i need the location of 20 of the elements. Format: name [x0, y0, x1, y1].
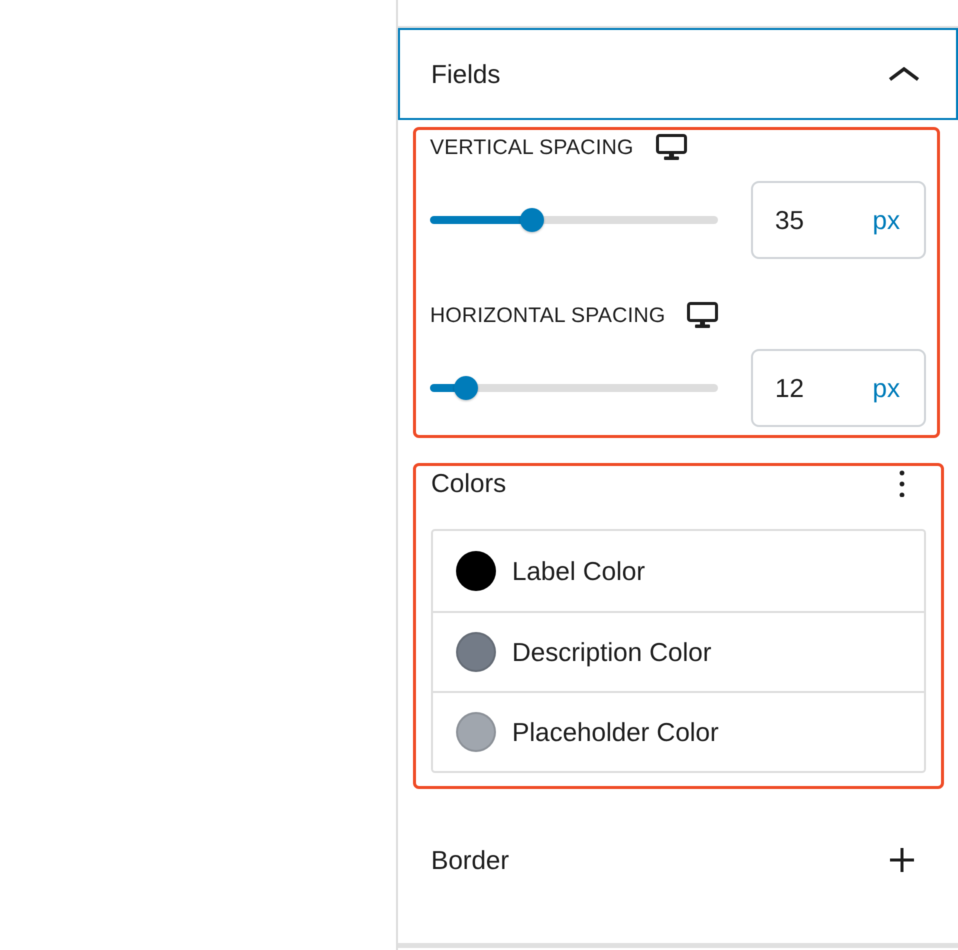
slider[interactable]: [430, 208, 718, 232]
desktop-icon: [687, 302, 718, 328]
control-label: VERTICAL SPACING: [430, 136, 634, 158]
number-field[interactable]: 35 px: [751, 181, 926, 259]
slider[interactable]: [430, 376, 718, 400]
unit-label: px: [872, 372, 900, 404]
slider-thumb[interactable]: [454, 376, 478, 400]
color-option[interactable]: Placeholder Color: [433, 691, 924, 771]
section-title: Colors: [431, 470, 506, 496]
unit-label: px: [872, 204, 900, 236]
number-field[interactable]: 12 px: [751, 349, 926, 427]
panel-header[interactable]: Fields: [398, 28, 958, 120]
section-title: Border: [431, 847, 510, 873]
kebab-menu-icon: [899, 469, 905, 497]
color-option[interactable]: Description Color: [433, 611, 924, 691]
color-option[interactable]: Label Color: [433, 531, 924, 611]
control-label: HORIZONTAL SPACING: [430, 304, 666, 326]
plus-icon: [890, 848, 914, 872]
desktop-icon: [656, 134, 687, 160]
slider-thumb[interactable]: [520, 208, 544, 232]
